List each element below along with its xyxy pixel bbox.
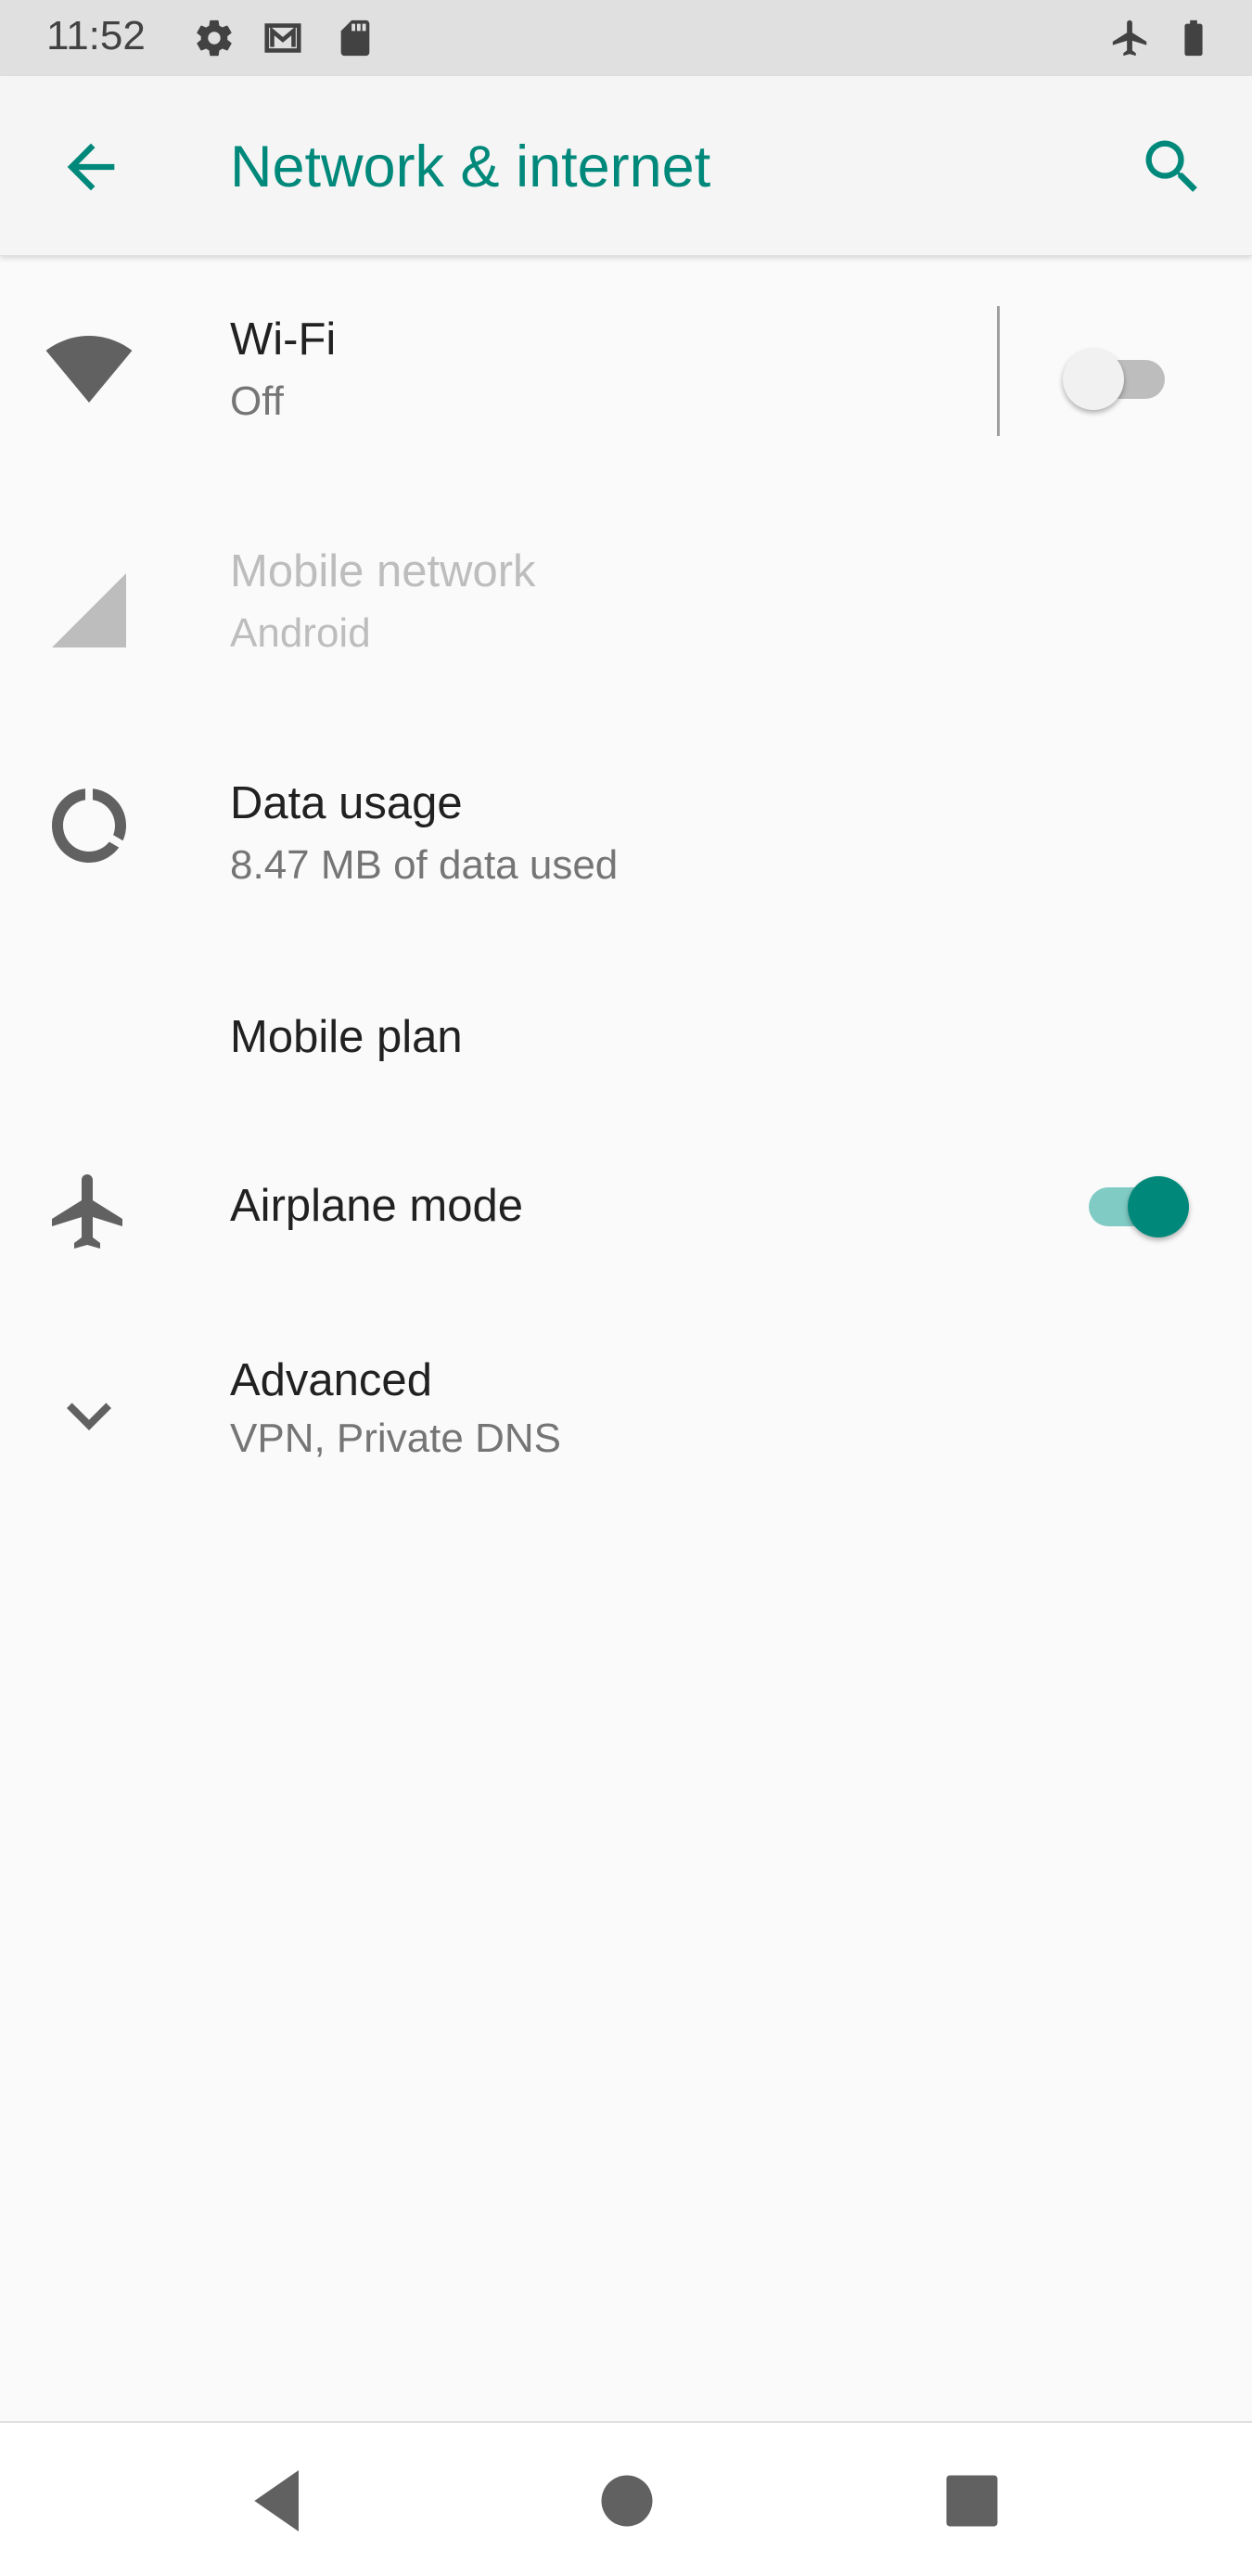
- airplane-mode-toggle[interactable]: [1081, 1163, 1193, 1237]
- wifi-toggle[interactable]: [1057, 336, 1169, 410]
- gear-icon: [197, 19, 232, 57]
- data-usage-summary: 8.47 MB of data used: [230, 842, 619, 888]
- navigation-bar: [0, 2421, 1252, 2576]
- wifi-divider: [997, 306, 1000, 436]
- wifi-title: Wi-Fi: [230, 314, 337, 365]
- wifi-icon: [45, 336, 133, 403]
- battery-icon: [1184, 19, 1203, 57]
- page-title: Network & internet: [230, 135, 711, 199]
- recents-square-icon[interactable]: [931, 2460, 1013, 2542]
- airplane-mode-icon: [52, 1174, 122, 1249]
- app-bar: Network & internet: [0, 76, 1252, 256]
- airplane-icon: [1112, 19, 1147, 57]
- back-triangle-icon[interactable]: [237, 2460, 319, 2542]
- mobile-network-title: Mobile network: [230, 546, 536, 596]
- arrow-back-icon[interactable]: [56, 132, 126, 202]
- airplane-mode-row[interactable]: Airplane mode: [0, 1132, 1252, 1289]
- advanced-summary: VPN, Private DNS: [230, 1416, 561, 1461]
- airplane-mode-title: Airplane mode: [230, 1181, 523, 1231]
- sd-card-icon: [340, 19, 370, 57]
- status-bar: 11:52: [0, 0, 1252, 76]
- mobile-plan-row[interactable]: Mobile plan: [0, 955, 1252, 1122]
- mobile-network-summary: Android: [230, 610, 371, 656]
- cell-signal-icon: [52, 573, 126, 647]
- advanced-row[interactable]: Advanced VPN, Private DNS: [0, 1317, 1252, 1521]
- mobile-network-row[interactable]: Mobile network Android: [0, 501, 1252, 705]
- home-circle-icon[interactable]: [586, 2460, 668, 2542]
- chevron-down-icon: [67, 1403, 111, 1430]
- mobile-plan-title: Mobile plan: [230, 1012, 463, 1062]
- status-time: 11:52: [46, 13, 146, 58]
- data-usage-icon: [52, 788, 126, 863]
- search-icon[interactable]: [1137, 132, 1207, 202]
- advanced-title: Advanced: [230, 1355, 432, 1405]
- wifi-summary: Off: [230, 378, 284, 424]
- gmail-icon: [264, 23, 301, 53]
- data-usage-title: Data usage: [230, 778, 463, 828]
- data-usage-row[interactable]: Data usage 8.47 MB of data used: [0, 733, 1252, 937]
